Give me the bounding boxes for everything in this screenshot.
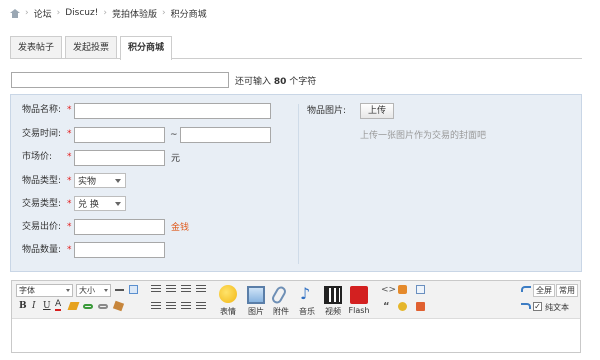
redo-icon[interactable]	[521, 303, 531, 309]
post-type-tabs: 发表帖子 发起投票 积分商城	[10, 36, 173, 60]
panel-divider	[298, 104, 299, 264]
price-unit: 元	[171, 154, 181, 164]
gift-icon[interactable]	[416, 302, 425, 311]
align-justify-icon[interactable]	[196, 285, 206, 294]
trade-bid-input[interactable]	[74, 219, 165, 235]
emoji-icon[interactable]	[219, 285, 237, 303]
required-mark: *	[67, 152, 72, 162]
chevron-right-icon: ›	[103, 8, 107, 18]
bell-icon[interactable]	[398, 302, 407, 311]
item-type-select[interactable]: 实物	[74, 173, 126, 188]
lock-icon[interactable]	[398, 285, 407, 294]
hint-suffix: 个字符	[289, 77, 317, 87]
hint-prefix: 还可输入	[235, 77, 272, 87]
chevron-down-icon	[66, 289, 70, 292]
align-left-icon[interactable]	[151, 285, 161, 294]
time-separator: ~	[170, 130, 178, 140]
item-quantity-label: 物品数量:	[22, 245, 62, 255]
breadcrumb-item-auction[interactable]: 竞拍体验版	[112, 7, 157, 20]
trade-time-end-input[interactable]	[180, 127, 271, 143]
font-family-select[interactable]: 字体	[16, 284, 73, 297]
trade-type-value: 兑 换	[78, 200, 99, 210]
hint-count: 80	[273, 77, 287, 87]
item-image-label: 物品图片:	[307, 106, 347, 116]
quote-icon[interactable]: “	[383, 301, 390, 312]
fullscreen-button[interactable]: 全屏	[533, 284, 555, 297]
breadcrumb: › 论坛 › Discuz! › 竞拍体验版 › 积分商城	[10, 6, 207, 20]
unlink-icon[interactable]	[98, 304, 108, 309]
item-type-label: 物品类型:	[22, 176, 62, 186]
image-icon[interactable]	[247, 286, 265, 304]
chevron-right-icon: ›	[25, 8, 29, 18]
float-right-icon[interactable]	[166, 302, 176, 311]
chevron-right-icon: ›	[56, 8, 61, 18]
italic-button[interactable]: I	[32, 301, 36, 311]
item-quantity-input[interactable]	[74, 242, 165, 258]
ordered-list-icon[interactable]	[181, 302, 191, 311]
chevron-down-icon	[104, 289, 108, 292]
flash-label[interactable]: Flash	[342, 306, 376, 315]
chevron-down-icon	[115, 201, 121, 206]
undo-icon[interactable]	[521, 286, 531, 292]
underline-button[interactable]: U	[43, 301, 51, 311]
trade-type-label: 交易类型:	[22, 199, 62, 209]
float-image-icon[interactable]	[151, 302, 161, 311]
required-mark: *	[67, 222, 72, 232]
chevron-down-icon	[115, 178, 121, 183]
market-price-input[interactable]	[74, 150, 165, 166]
code-icon[interactable]: <>	[381, 285, 396, 295]
horizontal-rule-icon[interactable]	[115, 289, 124, 291]
required-mark: *	[67, 199, 72, 209]
tab-new-thread[interactable]: 发表帖子	[10, 36, 63, 59]
breadcrumb-item-discuz[interactable]: Discuz!	[65, 8, 98, 18]
plaintext-label[interactable]: 纯文本	[545, 302, 569, 313]
required-mark: *	[67, 129, 72, 139]
breadcrumb-item-current: 积分商城	[170, 9, 207, 20]
tab-divider	[10, 58, 582, 59]
align-right-icon[interactable]	[181, 285, 191, 294]
breadcrumb-item-forum[interactable]: 论坛	[34, 7, 52, 20]
market-price-label: 市场价:	[22, 152, 53, 162]
table-icon[interactable]	[416, 285, 425, 294]
font-size-value: 大小	[79, 286, 95, 295]
bold-button[interactable]: B	[19, 301, 27, 311]
item-name-label: 物品名称:	[22, 105, 62, 115]
unordered-list-icon[interactable]	[196, 302, 206, 311]
subject-input[interactable]	[11, 72, 229, 88]
text-color-button[interactable]: A	[55, 300, 62, 311]
item-name-input[interactable]	[74, 103, 271, 119]
required-mark: *	[67, 245, 72, 255]
required-mark: *	[67, 176, 72, 186]
upload-hint: 上传一张图片作为交易的封面吧	[360, 131, 487, 141]
subject-char-hint: 还可输入 80 个字符	[235, 74, 316, 87]
background-color-icon[interactable]	[129, 285, 138, 294]
common-button[interactable]: 常用	[556, 284, 578, 297]
home-icon[interactable]	[10, 8, 20, 18]
bid-currency: 金钱	[171, 223, 190, 233]
chevron-right-icon: ›	[161, 8, 166, 18]
tab-new-poll[interactable]: 发起投票	[65, 36, 118, 59]
trade-time-start-input[interactable]	[74, 127, 165, 143]
required-mark: *	[67, 105, 72, 115]
item-type-value: 实物	[78, 177, 97, 187]
tab-credit-shop[interactable]: 积分商城	[120, 36, 173, 60]
link-icon[interactable]	[83, 304, 93, 309]
upload-button[interactable]: 上传	[360, 103, 394, 119]
font-family-value: 字体	[19, 286, 35, 295]
music-icon[interactable]: ♪	[300, 285, 310, 303]
align-center-icon[interactable]	[166, 285, 176, 294]
trade-type-select[interactable]: 兑 换	[74, 196, 126, 211]
trade-bid-label: 交易出价:	[22, 222, 62, 232]
flash-icon[interactable]	[350, 286, 368, 304]
video-icon[interactable]	[324, 286, 342, 304]
font-size-select[interactable]: 大小	[76, 284, 111, 297]
trade-time-label: 交易时间:	[22, 129, 62, 139]
plaintext-checkbox[interactable]: ✓	[533, 302, 542, 311]
